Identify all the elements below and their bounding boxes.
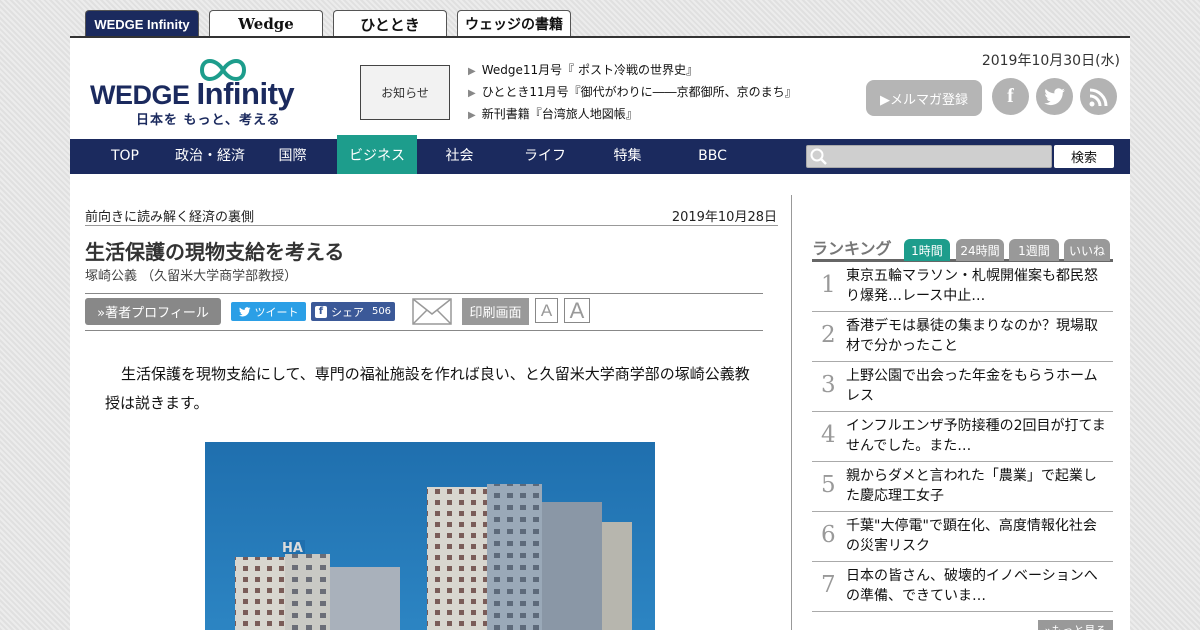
article-author: 塚崎公義 （久留米大学商学部教授） [85,269,298,284]
rank-title[interactable]: インフルエンザ予防接種の2回目が打てませんでした。また… [846,416,1108,456]
author-profile-button[interactable]: »著者プロフィール [85,298,221,325]
search-icon [810,148,827,165]
rank-title[interactable]: 東京五輪マラソン・札幌開催案も都民怒り爆発…レース中止… [846,266,1108,306]
mail-icon[interactable] [412,298,452,325]
ranking-item[interactable]: 2 香港デモは暴徒の集まりなのか？現場取材で分かったこと [812,312,1113,362]
news-list: Wedge11月号『 ポスト冷戦の世界史』 ひととき11月号『御代がわりに――京… [468,60,797,126]
rank-title[interactable]: 親からダメと言われた「農業」で起業した慶応理工女子 [846,466,1108,506]
site-logo[interactable]: WEDGE Infinity 日本を もっと、考える [88,54,318,128]
nav-special[interactable]: 特集 [600,139,655,174]
article-lead: 生活保護を現物支給にして、専門の福祉施設を作れば良い、と久留米大学商学部の塚崎公… [105,365,750,412]
print-button[interactable]: 印刷画面 [462,298,529,325]
ranking-tab-1w[interactable]: 1週間 [1009,239,1059,261]
ranking-more-button[interactable]: »もっと見る [1038,620,1113,630]
tweet-button[interactable]: ツイート [231,302,306,321]
font-size-small-button[interactable]: A [535,298,558,323]
nav-society[interactable]: 社会 [432,139,487,174]
news-item[interactable]: Wedge11月号『 ポスト冷戦の世界史』 [468,60,797,82]
site-tab-wedge[interactable]: Wedge [209,10,323,37]
article-date: 2019年10月28日 [671,210,777,225]
nav-bbc[interactable]: BBC [685,139,740,174]
twitter-icon [238,306,250,316]
article-title: 生活保護の現物支給を考える [85,240,345,264]
rank-title[interactable]: 千葉"大停電"で顕在化、高度情報化社会の災害リスク [846,516,1108,556]
rank-number: 5 [821,472,836,498]
ranking-item[interactable]: 7 日本の皆さん、破壊的イノベーションへの準備、できていま… [812,562,1113,612]
ranking-tab-likes[interactable]: いいね [1064,239,1110,261]
share-label: シェア [330,305,364,319]
share-count: 506 [371,306,392,317]
main-nav: TOP 政治・経済 国際 ビジネス 社会 ライフ 特集 BBC 検索 [70,135,1130,174]
ranking-tab-24h[interactable]: 24時間 [956,239,1004,261]
svg-text:HA: HA [282,541,303,556]
rss-feed-icon [1089,88,1107,106]
ranking-item[interactable]: 1 東京五輪マラソン・札幌開催案も都民怒り爆発…レース中止… [812,262,1113,312]
nav-politics-economy[interactable]: 政治・経済 [165,139,255,174]
column-divider [791,195,792,630]
article-meta-row: 前向きに読み解く経済の裏側 2019年10月28日 [85,206,778,226]
logo-tagline: 日本を もっと、考える [136,113,281,128]
rank-number: 2 [821,322,836,348]
ranking-tab-1h[interactable]: 1時間 [904,239,950,261]
nav-international[interactable]: 国際 [265,139,320,174]
ranking-sidebar: ランキング 1時間 24時間 1週間 いいね 1 東京五輪マラソン・札幌開催案も都… [812,235,1113,630]
tweet-label: ツイート [254,305,299,319]
site-tab-hitotoki[interactable]: ひととき [333,10,447,37]
header: WEDGE Infinity 日本を もっと、考える お知らせ Wedge11月… [70,38,1130,138]
article-toolbar: »著者プロフィール ツイート f シェア 506 印刷画面 A A [85,293,763,331]
ranking-item[interactable]: 4 インフルエンザ予防接種の2回目が打てませんでした。また… [812,412,1113,462]
logo-wordmark: WEDGE Infinity [90,76,295,111]
news-item[interactable]: 新刊書籍『台湾旅人地図帳』 [468,104,797,126]
rss-icon[interactable] [1080,78,1117,115]
rank-title[interactable]: 香港デモは暴徒の集まりなのか？現場取材で分かったこと [846,316,1108,356]
facebook-share-button[interactable]: f シェア 506 [311,302,395,321]
twitter-bird-icon [1043,87,1065,105]
nav-life[interactable]: ライフ [515,139,575,174]
series-title[interactable]: 前向きに読み解く経済の裏側 [85,206,254,225]
news-item[interactable]: ひととき11月号『御代がわりに――京都御所、京のまち』 [468,82,797,104]
rank-number: 6 [821,522,836,548]
rank-number: 1 [821,272,836,298]
article-photo: HA [205,442,655,630]
font-size-large-button[interactable]: A [564,298,590,323]
rank-number: 7 [821,572,836,598]
site-switcher: WEDGE Infinity Wedge ひととき ウェッジの書籍 [85,10,571,37]
site-tab-wedge-books[interactable]: ウェッジの書籍 [457,10,571,37]
facebook-icon[interactable]: f [992,78,1029,115]
current-date: 2019年10月30日(水) [981,53,1120,69]
search-button[interactable]: 検索 [1054,145,1114,168]
rank-title[interactable]: 日本の皆さん、破壊的イノベーションへの準備、できていま… [846,566,1108,606]
nav-business[interactable]: ビジネス [337,135,417,174]
ranking-header: ランキング 1時間 24時間 1週間 いいね [812,235,1113,262]
facebook-icon: f [314,305,327,318]
page-container: WEDGE Infinity 日本を もっと、考える お知らせ Wedge11月… [70,36,1130,630]
ranking-title: ランキング [812,239,892,258]
rank-title[interactable]: 上野公園で出会った年金をもらうホームレス [846,366,1108,406]
rank-number: 3 [821,372,836,398]
ranking-list: 1 東京五輪マラソン・札幌開催案も都民怒り爆発…レース中止… 2 香港デモは暴徒の集… [812,262,1113,612]
site-tab-wedge-infinity[interactable]: WEDGE Infinity [85,10,199,37]
notice-button[interactable]: お知らせ [360,65,450,120]
apartment-buildings-image: HA [205,442,655,630]
ranking-item[interactable]: 5 親からダメと言われた「農業」で起業した慶応理工女子 [812,462,1113,512]
ranking-item[interactable]: 6 千葉"大停電"で顕在化、高度情報化社会の災害リスク [812,512,1113,562]
twitter-icon[interactable] [1036,78,1073,115]
ranking-item[interactable]: 3 上野公園で出会った年金をもらうホームレス [812,362,1113,412]
facebook-glyph: f [1007,85,1014,107]
search-input[interactable] [806,145,1052,168]
nav-top[interactable]: TOP [100,139,150,174]
rank-number: 4 [821,422,836,448]
newsletter-button[interactable]: ▶メルマガ登録 [866,80,982,116]
